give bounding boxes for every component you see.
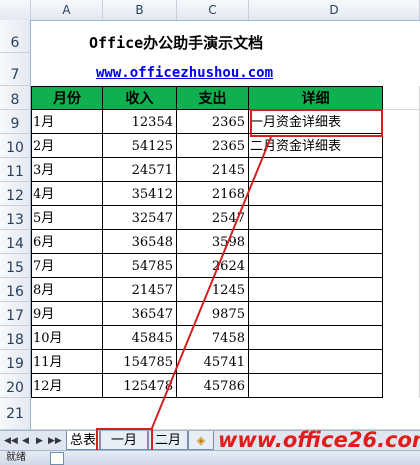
status-bar: 就绪 <box>0 450 420 465</box>
status-ready: 就绪 <box>6 452 26 463</box>
tab-summary[interactable]: 总表 <box>66 431 100 450</box>
pointer-line-segment <box>149 136 272 434</box>
site-watermark: www.office26.com <box>218 428 420 452</box>
prev-sheet-icon[interactable]: ◀ <box>20 433 31 449</box>
tab-february[interactable]: 二月 <box>148 431 188 450</box>
insert-sheet-icon: ◈ <box>196 434 206 447</box>
first-sheet-icon[interactable]: ◀◀ <box>4 433 18 449</box>
last-sheet-icon[interactable]: ▶▶ <box>48 433 62 449</box>
insert-sheet-button[interactable]: ◈ <box>188 431 214 450</box>
pointer-line <box>149 136 272 434</box>
next-sheet-icon[interactable]: ▶ <box>34 433 45 449</box>
highlight-january-tab <box>96 428 153 452</box>
macro-record-icon[interactable] <box>50 452 64 465</box>
